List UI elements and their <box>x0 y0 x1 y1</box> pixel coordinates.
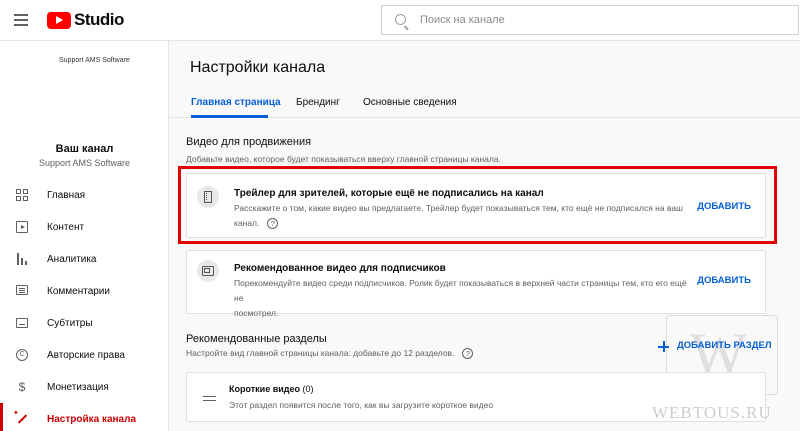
channel-title: Ваш канал <box>55 143 114 155</box>
sidebar-item-label: Комментарии <box>47 285 110 297</box>
avatar[interactable]: Support AMS Software <box>59 56 130 66</box>
channel-name: Support AMS Software <box>38 158 131 168</box>
active-tab-indicator <box>191 115 268 118</box>
sidebar: Support AMS Software Ваш канал Support A… <box>0 41 169 431</box>
comments-icon <box>16 285 28 295</box>
sidebar-item-label: Контент <box>47 221 85 233</box>
highlight-frame <box>178 166 777 244</box>
add-featured-button[interactable]: ДОБАВИТЬ <box>697 275 751 286</box>
sections-subtitle-text: Настройте вид главной страницы канала: д… <box>186 348 455 358</box>
youtube-play-icon <box>47 11 71 29</box>
sidebar-nav: Главная Контент Аналитика Комментарии Су… <box>0 179 169 431</box>
sidebar-item-label: Аналитика <box>47 253 97 265</box>
promo-section-subtitle: Добавьте видео, которое будет показывать… <box>186 154 501 164</box>
plus-icon <box>658 341 669 352</box>
add-section-button[interactable]: ДОБАВИТЬ РАЗДЕЛ <box>677 340 772 351</box>
sidebar-item-analytics[interactable]: Аналитика <box>0 243 169 275</box>
studio-logo[interactable]: Studio <box>47 10 124 29</box>
sidebar-item-label: Монетизация <box>47 381 109 393</box>
sidebar-item-label: Субтитры <box>47 317 93 329</box>
sidebar-item-label: Настройка канала <box>47 413 137 425</box>
sidebar-item-monetization[interactable]: $ Монетизация <box>0 371 169 403</box>
featured-video-card: Рекомендованное видео для подписчиков По… <box>186 250 766 318</box>
screen-icon <box>202 266 214 276</box>
sidebar-item-customization[interactable]: Настройка канала <box>0 403 169 431</box>
tab-bar: Главная страница Брендинг Основные сведе… <box>169 88 800 118</box>
sidebar-item-comments[interactable]: Комментарии <box>0 275 169 307</box>
watermark-text: WEBTOUS.RU <box>652 403 772 422</box>
sidebar-item-copyright[interactable]: C Авторские права <box>0 339 169 371</box>
copyright-icon: C <box>16 349 28 361</box>
sidebar-item-dashboard[interactable]: Главная <box>0 179 169 211</box>
sidebar-item-content[interactable]: Контент <box>0 211 169 243</box>
search-icon <box>395 14 406 25</box>
subtitles-icon <box>16 318 28 328</box>
search-placeholder: Поиск на канале <box>420 14 505 26</box>
sidebar-item-label: Главная <box>47 189 86 201</box>
help-icon[interactable]: ? <box>462 348 474 360</box>
customization-icon <box>13 409 28 425</box>
tab-home[interactable]: Главная страница <box>191 97 281 108</box>
top-bar: Studio Поиск на канале <box>0 0 800 41</box>
sections-title: Рекомендованные разделы <box>186 333 327 345</box>
search-input[interactable]: Поиск на канале <box>381 5 799 35</box>
page-title: Настройки канала <box>190 59 326 76</box>
logo-text: Studio <box>74 10 124 29</box>
featured-desc-line: Порекомендуйте видео среди подписчиков. … <box>234 278 687 303</box>
tab-branding[interactable]: Брендинг <box>296 97 340 108</box>
dashboard-icon <box>16 189 28 201</box>
short-videos-count: (0) <box>302 384 314 394</box>
short-videos-title-text: Короткие видео <box>229 384 300 394</box>
short-videos-description: Этот раздел появится после того, как вы … <box>229 400 494 410</box>
sidebar-item-label: Авторские права <box>47 349 125 361</box>
drag-handle-icon[interactable] <box>203 396 216 401</box>
hamburger-menu-icon[interactable] <box>14 14 28 26</box>
featured-thumbnail <box>197 260 219 282</box>
avatar-alt-text: Support AMS Software <box>59 57 130 64</box>
analytics-icon <box>16 253 28 265</box>
featured-desc-line-2: посмотрел. <box>234 308 279 318</box>
content-icon <box>16 221 28 233</box>
dollar-icon: $ <box>18 380 26 394</box>
short-videos-title: Короткие видео (0) <box>229 384 314 394</box>
sections-subtitle: Настройте вид главной страницы канала: д… <box>186 348 474 360</box>
featured-description: Порекомендуйте видео среди подписчиков. … <box>234 276 694 321</box>
featured-title: Рекомендованное видео для подписчиков <box>234 263 446 274</box>
promo-section-title: Видео для продвижения <box>186 136 312 148</box>
sidebar-item-subtitles[interactable]: Субтитры <box>0 307 169 339</box>
tab-basic-info[interactable]: Основные сведения <box>363 97 457 108</box>
